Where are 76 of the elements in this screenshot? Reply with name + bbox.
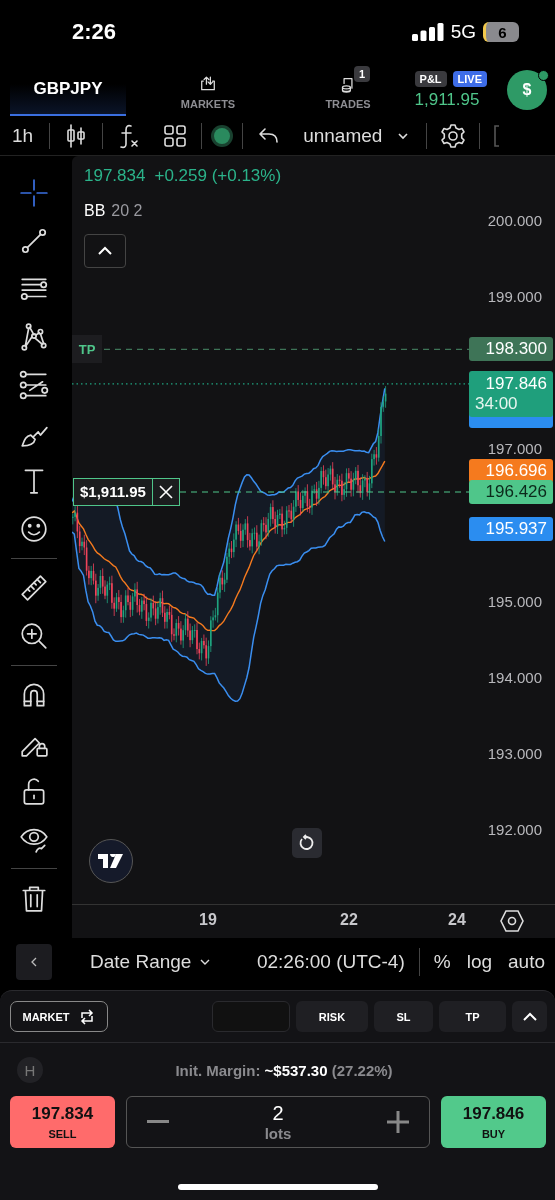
plus-icon[interactable] [387, 1111, 409, 1133]
status-dot [538, 70, 549, 81]
network-type: 5G [450, 21, 476, 43]
order-option-button[interactable]: TP [439, 1001, 506, 1032]
smiley-icon[interactable] [19, 514, 49, 544]
input-field[interactable] [212, 1001, 290, 1032]
order-type-button[interactable]: MARKET [10, 1001, 108, 1032]
time-axis-label: 24 [448, 911, 466, 929]
date-range-dropdown[interactable]: Date Range [90, 951, 212, 973]
logo-icon[interactable] [89, 839, 133, 883]
layout-dropdown[interactable]: unnamed [299, 124, 415, 147]
price-axis-label: 192.000 [487, 820, 542, 838]
price-axis-label: 199.000 [487, 287, 542, 305]
nav-tab[interactable]: TRADES 1 [290, 64, 406, 116]
channel-lines-icon[interactable] [19, 370, 49, 400]
margin-info: Init. Margin: ~$537.30 (27.22%) [174, 1061, 394, 1079]
count-badge: 1 [354, 66, 371, 82]
expand-button[interactable] [512, 1001, 547, 1032]
close-icon [157, 483, 174, 500]
pnl-value: 1,911.95 [414, 89, 480, 110]
time-axis-label: 22 [340, 911, 358, 929]
zoom-in-icon[interactable] [19, 621, 49, 651]
buy-button[interactable]: 197.846 BUY [441, 1096, 546, 1148]
reset-icon [298, 834, 316, 852]
signal-icon [411, 23, 444, 41]
lots-stepper[interactable]: 2 lots [126, 1096, 430, 1148]
order-option-button[interactable]: SL [374, 1001, 433, 1032]
account-button[interactable]: $ [507, 70, 547, 110]
chevron-left-icon [30, 956, 38, 968]
bar-countdown: 34:00 [474, 393, 518, 414]
chevron-up-icon [521, 1011, 538, 1022]
clock-time: 2:26 [72, 19, 118, 45]
scale-option[interactable]: % [433, 951, 451, 973]
hedge-badge[interactable]: H [17, 1057, 43, 1083]
scale-option[interactable]: log [466, 951, 492, 973]
price-change: +0.259 (+0.13%) [154, 166, 282, 186]
ruler-icon[interactable] [19, 573, 49, 603]
caret-icon [199, 958, 212, 966]
price-axis-label: 195.000 [487, 592, 542, 609]
last-price: 197.834 [84, 166, 146, 186]
lots-unit: lots [264, 1125, 292, 1142]
battery-level: 6 [483, 22, 519, 42]
indicator-params: 20 2 [111, 202, 143, 220]
status-dot[interactable] [214, 127, 231, 144]
caret-icon [396, 130, 411, 141]
chevron-up-icon [96, 245, 114, 257]
price-axis-label: 200.000 [487, 211, 542, 229]
pattern-icon[interactable] [19, 322, 49, 352]
reset-button[interactable] [292, 828, 322, 858]
price-axis-label: 193.000 [487, 744, 542, 762]
scale-option[interactable]: auto [508, 951, 545, 973]
trash-icon[interactable] [19, 883, 49, 913]
price-axis-label: 197.000 [487, 439, 542, 457]
lots-value: 2 [272, 1102, 284, 1125]
minus-icon[interactable] [147, 1120, 169, 1124]
pnl-badge: P&L [414, 70, 447, 87]
current-price: 197.846 [485, 373, 547, 394]
interval-button[interactable]: 1h [8, 124, 38, 147]
settings-icon[interactable] [439, 121, 468, 150]
crosshair-icon[interactable] [19, 178, 49, 208]
sell-button[interactable]: 197.834 SELL [10, 1096, 115, 1148]
live-badge: LIVE [452, 70, 487, 87]
timezone-clock[interactable]: 02:26:00 (UTC-4) [256, 951, 405, 973]
time-axis-label: 19 [199, 911, 217, 929]
nav-tab[interactable]: MARKETS [150, 64, 266, 116]
price-tag: 198.300 [469, 337, 553, 362]
position-pnl: $1,911.95 [74, 478, 153, 505]
order-option-button[interactable]: RISK [296, 1001, 368, 1032]
indicator-name: BB [84, 202, 106, 220]
settings-icon[interactable] [500, 910, 524, 932]
price-axis-label: 194.000 [487, 668, 542, 686]
collapse-button[interactable] [84, 234, 126, 268]
trend-line-icon[interactable] [19, 226, 49, 256]
take-profit-label: TP [72, 335, 102, 364]
price-tag: 196.426 [469, 479, 553, 504]
price-tag: 195.937 [469, 517, 553, 542]
